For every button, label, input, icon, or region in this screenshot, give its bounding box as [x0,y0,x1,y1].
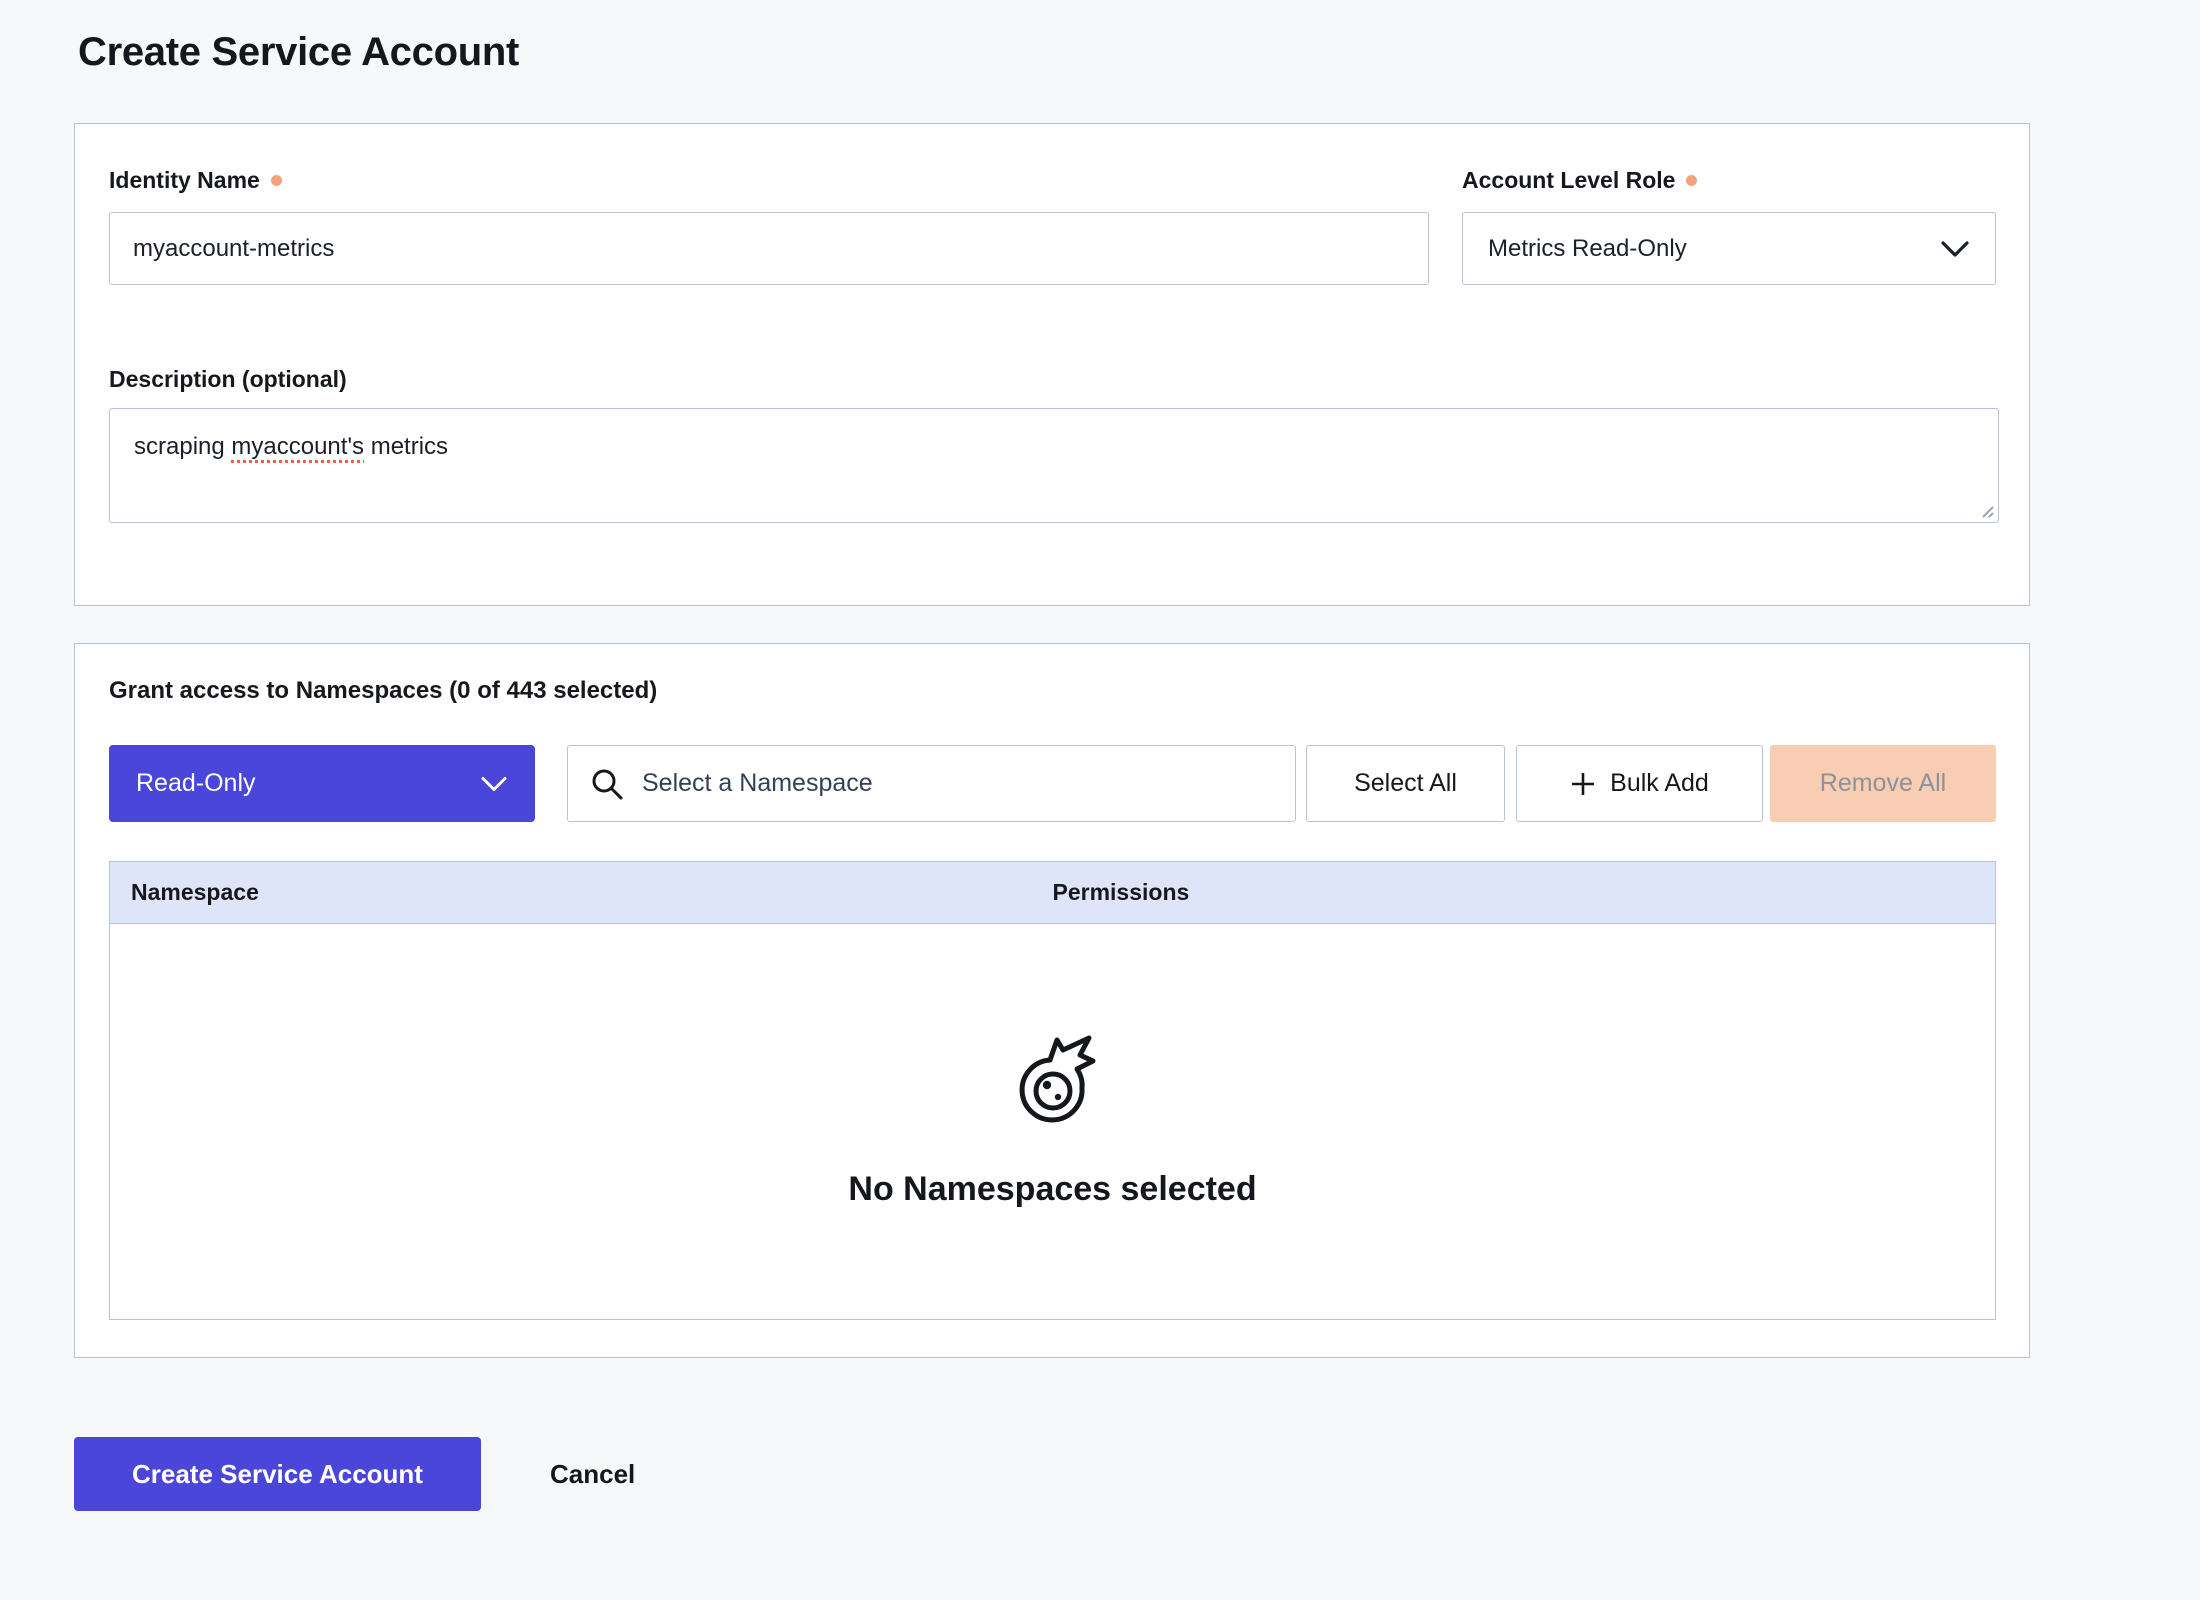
namespaces-table-empty-state: No Namespaces selected [110,924,1995,1319]
remove-all-label: Remove All [1820,769,1946,798]
account-level-role-value: Metrics Read-Only [1488,235,1687,263]
namespaces-table: Namespace Permissions No Namespaces sele… [109,861,1996,1320]
footer-actions: Create Service Account Cancel [74,1437,635,1511]
cancel-button[interactable]: Cancel [550,1459,635,1490]
description-textarea[interactable]: scraping myaccount's metrics [109,408,1999,523]
account-level-role-label-text: Account Level Role [1462,167,1675,193]
select-all-label: Select All [1354,769,1457,798]
create-service-account-page: Create Service Account Identity Name Acc… [0,0,2200,1600]
column-header-namespace: Namespace [110,879,1053,906]
chevron-down-icon [1940,240,1970,258]
description-text: scraping [134,433,231,460]
description-text: metrics [364,433,448,460]
resize-handle-icon[interactable] [1977,501,1995,519]
bulk-add-label: Bulk Add [1610,769,1709,798]
description-label: Description (optional) [109,366,347,393]
create-service-account-button[interactable]: Create Service Account [74,1437,481,1511]
required-dot-icon [271,175,282,186]
permission-dropdown-value: Read-Only [136,769,256,798]
select-all-button[interactable]: Select All [1306,745,1505,822]
comet-icon [1007,1034,1099,1126]
account-level-role-label: Account Level Role [1462,167,1697,194]
namespaces-table-header: Namespace Permissions [110,862,1995,924]
chevron-down-icon [480,776,508,792]
plus-icon [1570,771,1596,797]
empty-state-message: No Namespaces selected [848,1170,1256,1209]
namespaces-heading: Grant access to Namespaces (0 of 443 sel… [109,677,657,705]
description-label-text: Description (optional) [109,366,347,392]
identity-name-label: Identity Name [109,167,282,194]
search-icon [590,767,624,801]
namespaces-controls: Read-Only Select All [109,745,1996,822]
permission-dropdown-button[interactable]: Read-Only [109,745,535,822]
identity-panel: Identity Name Account Level Role Metrics… [74,123,2030,606]
column-header-permissions: Permissions [1053,879,1996,906]
account-level-role-select[interactable]: Metrics Read-Only [1462,212,1996,285]
namespace-search-box [567,745,1296,822]
namespace-search-input[interactable] [640,768,1285,799]
remove-all-button[interactable]: Remove All [1770,745,1996,822]
namespaces-panel: Grant access to Namespaces (0 of 443 sel… [74,643,2030,1358]
description-misspelled-word: myaccount's [231,433,364,460]
page-title: Create Service Account [78,30,519,75]
bulk-add-button[interactable]: Bulk Add [1516,745,1763,822]
required-dot-icon [1686,175,1697,186]
identity-name-input[interactable] [109,212,1429,285]
identity-name-label-text: Identity Name [109,167,260,193]
